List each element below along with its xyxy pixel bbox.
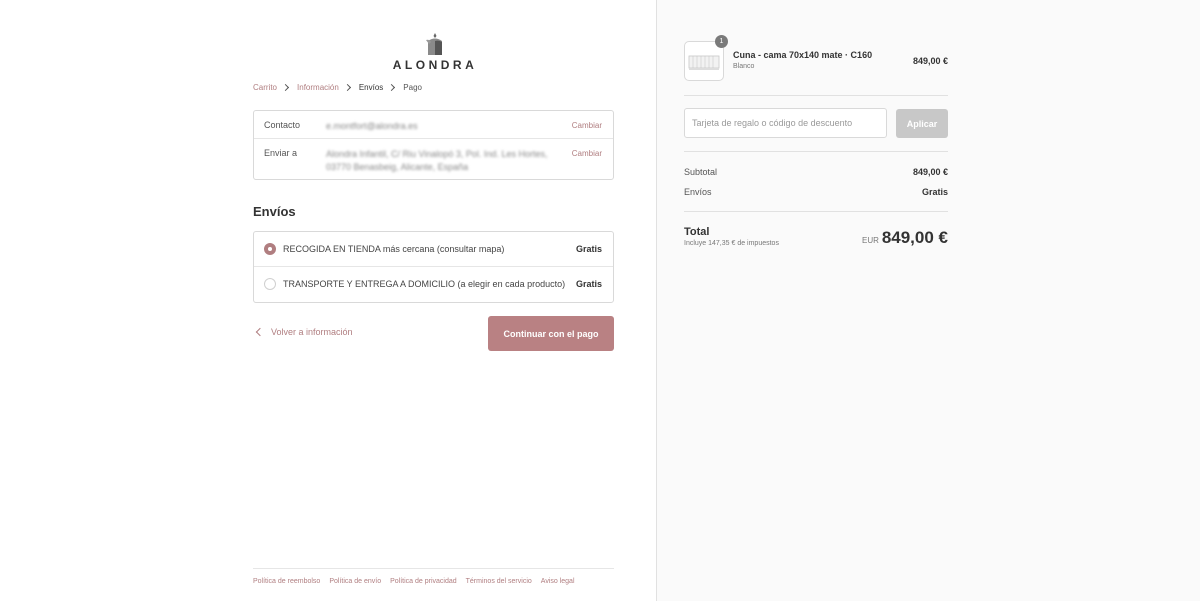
radio-selected[interactable] [264, 243, 276, 255]
change-contact-link[interactable]: Cambiar [572, 121, 602, 130]
breadcrumb-shipping: Envíos [358, 83, 384, 92]
tax-note: Incluye 147,35 € de impuestos [684, 240, 779, 247]
footer-link-refund[interactable]: Política de reembolso [253, 578, 320, 585]
currency-code: EUR [862, 236, 879, 245]
breadcrumb-cart[interactable]: Carrito [253, 83, 277, 92]
breadcrumb: Carrito Información Envíos Pago [253, 83, 422, 92]
ship-to-value: Alondra Infantil, C/ Riu Vinalopó 3, Pol… [326, 149, 548, 172]
chevron-left-icon [255, 327, 265, 337]
shipping-section-title: Envíos [253, 204, 296, 219]
footer-link-legal[interactable]: Aviso legal [541, 578, 575, 585]
discount-code-input[interactable] [684, 108, 887, 138]
breadcrumb-information[interactable]: Información [297, 83, 339, 92]
product-variant: Blanco [733, 63, 755, 70]
divider [684, 211, 948, 212]
shipping-option-price: Gratis [575, 279, 602, 289]
back-to-information-link[interactable]: Volver a información [253, 327, 353, 337]
chevron-right-icon [343, 83, 351, 92]
review-ship-to-row: Enviar a Alondra Infantil, C/ Riu Vinalo… [254, 139, 613, 179]
shipping-option-label: RECOGIDA EN TIENDA más cercana (consulta… [283, 244, 505, 254]
subtotal-label: Subtotal [684, 167, 718, 177]
shipping-option-label: TRANSPORTE Y ENTREGA A DOMICILIO (a eleg… [283, 279, 566, 289]
total-label: Total [684, 226, 710, 238]
total-value: 849,00 € [881, 228, 948, 247]
contact-value: e.montfort@alondra.es [326, 121, 418, 131]
back-link-label: Volver a información [271, 327, 353, 337]
divider [684, 95, 948, 96]
review-contact-row: Contacto e.montfort@alondra.es Cambiar [254, 111, 613, 139]
review-box: Contacto e.montfort@alondra.es Cambiar E… [253, 110, 614, 180]
breadcrumb-payment: Pago [403, 83, 422, 92]
subtotal-value: 849,00 € [912, 167, 948, 177]
divider [684, 151, 948, 152]
shipping-option-delivery[interactable]: TRANSPORTE Y ENTREGA A DOMICILIO (a eleg… [254, 267, 613, 302]
crib-image [688, 55, 720, 70]
shipping-cost-value: Gratis [921, 187, 948, 197]
product-price: 849,00 € [912, 56, 948, 66]
radio-unselected[interactable] [264, 278, 276, 290]
change-address-link[interactable]: Cambiar [572, 149, 602, 158]
chevron-right-icon [388, 83, 396, 92]
apply-discount-button[interactable]: Aplicar [896, 109, 948, 138]
footer-link-privacy[interactable]: Política de privacidad [390, 578, 457, 585]
quantity-badge: 1 [715, 35, 728, 48]
chevron-right-icon [281, 83, 290, 92]
logo-wordmark: ALONDRA [392, 58, 478, 72]
product-name: Cuna - cama 70x140 mate · C160 [733, 50, 873, 60]
footer-link-terms[interactable]: Términos del servicio [466, 578, 532, 585]
logo-bird-icon [426, 33, 442, 55]
shipping-options: RECOGIDA EN TIENDA más cercana (consulta… [253, 231, 614, 303]
continue-to-payment-button[interactable]: Continuar con el pago [488, 316, 614, 351]
shipping-option-pickup[interactable]: RECOGIDA EN TIENDA más cercana (consulta… [254, 232, 613, 267]
ship-to-label: Enviar a [264, 148, 298, 158]
shipping-option-price: Gratis [575, 244, 602, 254]
alondra-logo[interactable]: ALONDRA [385, 32, 485, 76]
contact-label: Contacto [264, 120, 301, 130]
checkout-main: ALONDRA Carrito Información Envíos Pago … [0, 0, 656, 601]
shipping-cost-label: Envíos [684, 187, 712, 197]
policy-footer: Política de reembolso Política de envío … [253, 568, 614, 585]
footer-link-shipping[interactable]: Política de envío [329, 578, 381, 585]
order-summary [656, 0, 1200, 601]
